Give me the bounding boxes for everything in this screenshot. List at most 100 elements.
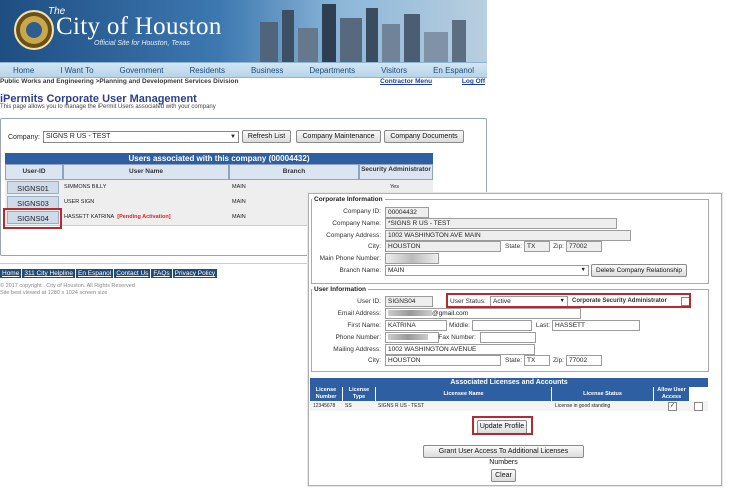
license-type: SS [345,403,352,409]
company-id-field: 00004432 [385,207,429,218]
company-select[interactable]: SIGNS R US - TEST ▼ [43,131,239,143]
first-name-field[interactable]: KATRINA [385,320,447,331]
user-info-legend: User Information [314,286,367,293]
nav-visitors[interactable]: Visitors [379,66,409,75]
user-branch: MAIN [232,199,246,205]
user-name: HASSETT KATRINA [Pending Activation] [64,214,171,220]
phone-label: Phone Number: [335,334,381,341]
highlight-selected-user [3,208,62,229]
company-zip-field: 77002 [566,241,602,252]
breadcrumb-path: Public Works and Engineering >Planning a… [0,78,239,85]
skyline-building [260,22,278,62]
email-label: Email Address: [337,310,381,317]
user-branch: MAIN [232,214,246,220]
company-state-field: TX [524,241,550,252]
company-city-label: City: [368,243,381,250]
users-table-title: Users associated with this company (0000… [5,153,433,164]
col-header-branch: Branch [229,164,359,180]
main-phone-label: Main Phone Number: [319,255,381,262]
company-id-label: Company ID: [343,208,381,215]
main-phone-field-redacted [385,253,439,264]
company-zip-label: Zip: [553,243,564,250]
nav-i-want-to[interactable]: I Want To [58,66,95,75]
nav-en-espanol[interactable]: En Espanol [431,66,476,75]
user-name: USER SIGN [64,199,95,205]
footer-links: Home 311 City Helpline En Espanol Contact U… [0,269,218,278]
email-redacted [388,310,432,317]
page-subtitle: This page allows you to manage the iPerm… [0,104,216,110]
first-name-label: First Name: [347,322,381,329]
last-name-field[interactable]: HASSETT [552,320,640,331]
skyline-building [452,20,466,62]
footer-copyright: © 2017 copyright . City of Houston. All … [0,283,135,297]
nav-government[interactable]: Government [118,66,166,75]
company-state-label: State: [505,243,522,250]
company-name-field: *SIGNS R US - TEST [385,218,617,229]
company-maintenance-button[interactable]: Company Maintenance [296,130,381,143]
mailing-address-field[interactable]: 1002 WASHINGTON AVENUE [385,344,535,355]
highlight-user-status [446,293,691,308]
company-city-field: HOUSTON [385,241,501,252]
footer-privacy-link[interactable]: Privacy Policy [172,269,218,278]
branch-name-value: MAIN [388,267,405,274]
user-id-button[interactable]: SIGNS01 [7,181,59,194]
user-city-field[interactable]: HOUSTON [385,355,501,366]
user-zip-field[interactable]: 77002 [566,355,602,366]
row-extra-checkbox[interactable] [694,402,703,411]
col-header-license-number: License Number [310,387,343,401]
nav-business[interactable]: Business [249,66,285,75]
user-id-field: SIGNS04 [385,296,433,307]
email-domain: @gmail.com [432,310,469,317]
best-viewed-text: Site best viewed at 1280 x 1024 screen s… [0,290,108,296]
user-city-label: City: [368,357,381,364]
allow-access-checkbox[interactable]: ✓ [668,402,677,411]
refresh-list-button[interactable]: Refresh List [242,130,291,143]
main-nav: Home I Want To Government Residents Busi… [0,62,487,78]
breadcrumb: Public Works and Engineering >Planning a… [0,78,487,89]
user-state-field[interactable]: TX [524,355,550,366]
company-selected-value: SIGNS R US - TEST [46,133,111,140]
skyline-building [404,14,420,62]
col-header-user-name: User Name [63,164,229,180]
company-address-field: 1002 WASHINGTON AVE MAIN [385,230,631,241]
footer-faqs-link[interactable]: FAQs [151,269,172,278]
branch-name-label: Branch Name: [339,267,381,274]
log-off-link[interactable]: Log Off [462,78,485,85]
contractor-menu-link[interactable]: Contractor Menu [380,78,432,85]
delete-company-relationship-button[interactable]: Delete Company Relationship [591,264,687,277]
col-header-license-type: License Type [343,387,376,401]
col-header-license-status: License Status [552,387,654,401]
chevron-down-icon: ▼ [230,134,236,140]
skyline-building [322,4,336,62]
pending-activation-badge: [Pending Activation] [117,214,171,220]
last-name-label: Last: [535,322,550,329]
grant-user-access-button[interactable]: Grant User Access To Additional Licenses… [423,445,584,466]
copyright-text: © 2017 copyright . City of Houston. All … [0,283,135,289]
highlight-update-profile [472,416,533,435]
nav-departments[interactable]: Departments [307,66,357,75]
fax-field[interactable] [480,332,536,343]
col-header-security-admin: Security Administrator [359,164,433,180]
user-zip-label: Zip: [553,357,564,364]
licensee-name: SIGNS R US - TEST [378,403,425,409]
middle-name-field[interactable] [472,320,532,331]
branch-name-select[interactable]: MAIN ▼ [385,265,589,276]
clear-button[interactable]: Clear [491,469,516,482]
table-row: 12345678 SS SIGNS R US - TEST License in… [310,401,708,411]
nav-residents[interactable]: Residents [187,66,227,75]
footer-contact-link[interactable]: Contact Us [114,269,151,278]
nav-home[interactable]: Home [11,66,36,75]
site-title: City of Houston [56,13,222,40]
footer-espanol-link[interactable]: En Espanol [76,269,114,278]
corporate-info-legend: Corporate Information [314,196,383,203]
email-field[interactable]: @gmail.com [385,308,581,319]
user-name: SIMMONS BILLY [64,184,107,190]
user-name-text: HASSETT KATRINA [64,214,115,220]
license-status: License in good standing [555,403,611,409]
phone-field[interactable] [385,332,439,343]
license-number: 12345678 [313,403,336,409]
security-admin-value: Yes [390,184,399,190]
footer-helpline-link[interactable]: 311 City Helpline [22,269,75,278]
footer-home-link[interactable]: Home [0,269,22,278]
company-documents-button[interactable]: Company Documents [384,130,464,143]
